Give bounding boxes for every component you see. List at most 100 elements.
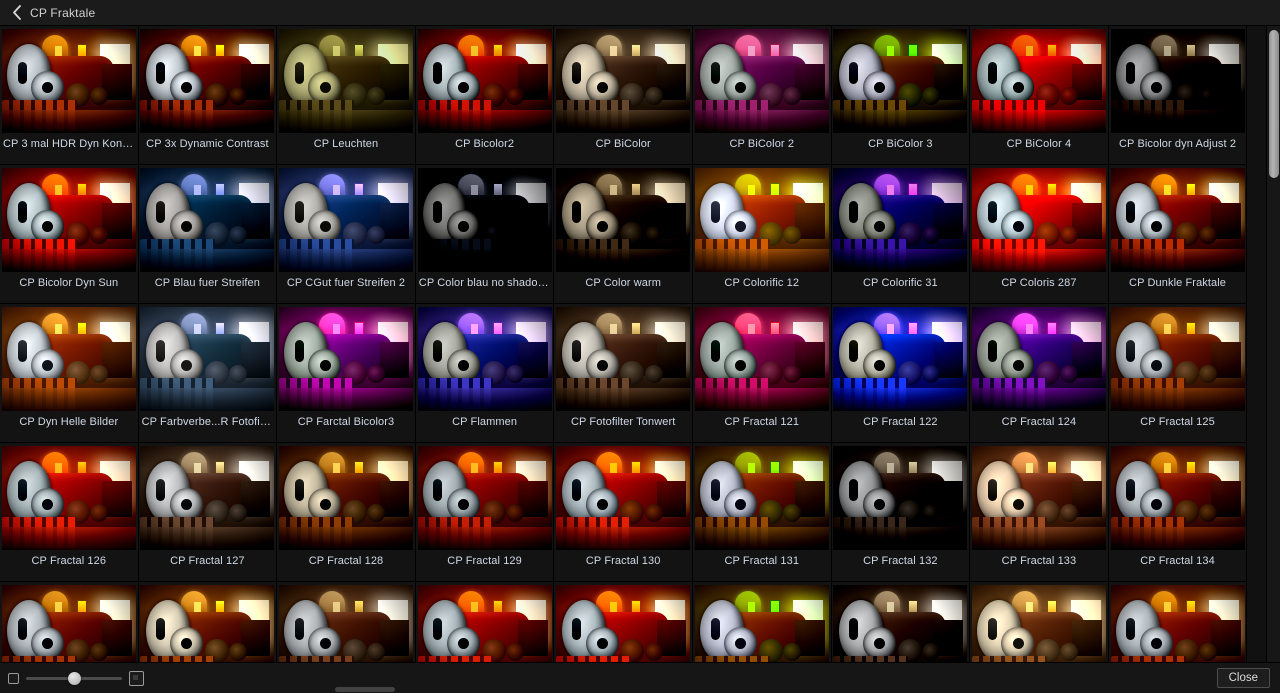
preset-thumbnail[interactable] xyxy=(1,168,136,272)
preset-thumbnail[interactable] xyxy=(971,29,1106,133)
slider-knob[interactable] xyxy=(68,672,82,685)
preset-thumbnail[interactable] xyxy=(140,168,275,272)
scene-driving-wheel xyxy=(1001,209,1035,243)
preset-cell[interactable]: CP 3x Dynamic Contrast xyxy=(138,26,278,165)
preset-cell[interactable]: CP Fractal 129 xyxy=(415,443,555,582)
preset-cell[interactable]: CP Colorific 12 xyxy=(692,165,832,304)
preset-thumbnail[interactable] xyxy=(1110,585,1245,662)
preset-cell[interactable]: CP Flammen xyxy=(415,304,555,443)
preset-thumbnail[interactable] xyxy=(140,307,275,411)
preset-cell[interactable]: CP Dunkle Fraktale xyxy=(1108,165,1248,304)
preset-thumbnail[interactable] xyxy=(278,307,413,411)
preset-thumbnail[interactable] xyxy=(1110,307,1245,411)
preset-thumbnail[interactable] xyxy=(140,29,275,133)
preset-cell[interactable]: CP Color blau no shadows xyxy=(415,165,555,304)
preset-thumbnail[interactable] xyxy=(417,585,552,662)
preset-thumbnail[interactable] xyxy=(833,29,968,133)
preset-thumbnail[interactable] xyxy=(1,585,136,662)
preset-thumbnail[interactable] xyxy=(694,307,829,411)
preset-thumbnail[interactable] xyxy=(1,29,136,133)
preset-thumbnail[interactable] xyxy=(417,168,552,272)
preset-cell[interactable]: CP Bicolor2 xyxy=(415,26,555,165)
preset-thumbnail[interactable] xyxy=(833,585,968,662)
preset-cell[interactable]: CP Fractal 133 xyxy=(970,443,1109,582)
preset-thumbnail[interactable] xyxy=(971,446,1106,550)
preset-thumbnail[interactable] xyxy=(1110,29,1245,133)
preset-thumbnail[interactable] xyxy=(694,446,829,550)
preset-cell[interactable]: CP Bicolor Dyn Sun xyxy=(0,165,139,304)
preset-thumbnail[interactable] xyxy=(694,168,829,272)
preset-thumbnail[interactable] xyxy=(417,307,552,411)
preset-thumbnail[interactable] xyxy=(556,446,691,550)
preset-thumbnail[interactable] xyxy=(833,168,968,272)
preset-thumbnail[interactable] xyxy=(1110,168,1245,272)
preset-thumbnail[interactable] xyxy=(140,585,275,662)
preset-cell[interactable]: CP Dyn Helle Bilder xyxy=(0,304,139,443)
close-button[interactable]: Close xyxy=(1216,668,1270,688)
preset-cell[interactable]: CP Farctal Bicolor3 xyxy=(277,304,416,443)
preset-thumbnail[interactable] xyxy=(556,168,691,272)
preset-cell[interactable] xyxy=(0,582,139,662)
preset-thumbnail[interactable] xyxy=(971,585,1106,662)
preset-cell[interactable] xyxy=(831,582,971,662)
preset-thumbnail[interactable] xyxy=(556,585,691,662)
preset-cell[interactable]: CP 3 mal HDR Dyn Kontrast xyxy=(0,26,139,165)
preset-thumbnail[interactable] xyxy=(556,29,691,133)
back-button[interactable] xyxy=(8,3,26,23)
vertical-scrollbar-thumb[interactable] xyxy=(1269,30,1279,178)
preset-cell[interactable]: CP BiColor 4 xyxy=(970,26,1109,165)
preset-cell[interactable]: CP BiColor 2 xyxy=(692,26,832,165)
preset-thumbnail[interactable] xyxy=(278,168,413,272)
preset-cell[interactable] xyxy=(138,582,278,662)
preset-cell[interactable]: CP Coloris 287 xyxy=(970,165,1109,304)
preset-thumbnail[interactable] xyxy=(694,585,829,662)
large-thumbnail-icon[interactable] xyxy=(129,670,144,686)
preset-cell[interactable] xyxy=(970,582,1109,662)
preset-thumbnail[interactable] xyxy=(417,29,552,133)
preset-thumbnail[interactable] xyxy=(971,168,1106,272)
preset-cell[interactable]: CP BiColor xyxy=(554,26,693,165)
preset-thumbnail[interactable] xyxy=(1110,446,1245,550)
preset-thumbnail[interactable] xyxy=(833,446,968,550)
preset-cell[interactable]: CP Fractal 125 xyxy=(1108,304,1248,443)
preset-cell[interactable]: CP Fractal 122 xyxy=(831,304,971,443)
preset-cell[interactable]: CP Fractal 132 xyxy=(831,443,971,582)
vertical-scrollbar[interactable] xyxy=(1266,26,1280,662)
preset-cell[interactable] xyxy=(692,582,832,662)
preset-cell[interactable]: CP Fractal 131 xyxy=(692,443,832,582)
preset-cell[interactable]: CP Fractal 124 xyxy=(970,304,1109,443)
preset-cell[interactable]: CP Farbverbe...R Fotofilter xyxy=(138,304,278,443)
preset-cell[interactable] xyxy=(554,582,693,662)
preset-thumbnail[interactable] xyxy=(833,307,968,411)
preset-thumbnail[interactable] xyxy=(417,446,552,550)
preset-cell[interactable]: CP Fractal 128 xyxy=(277,443,416,582)
preset-cell[interactable] xyxy=(415,582,555,662)
preset-cell[interactable]: CP Leuchten xyxy=(277,26,416,165)
preset-cell[interactable]: CP BiColor 3 xyxy=(831,26,971,165)
preset-thumbnail[interactable] xyxy=(278,29,413,133)
preset-cell[interactable]: CP Fractal 121 xyxy=(692,304,832,443)
preset-thumbnail[interactable] xyxy=(971,307,1106,411)
preset-cell[interactable]: CP Color warm xyxy=(554,165,693,304)
preset-cell[interactable]: CP Fractal 127 xyxy=(138,443,278,582)
preset-cell[interactable]: CP Fractal 134 xyxy=(1108,443,1248,582)
small-thumbnail-icon[interactable] xyxy=(8,672,19,684)
preset-thumbnail[interactable] xyxy=(140,446,275,550)
preset-thumbnail[interactable] xyxy=(278,446,413,550)
preset-cell[interactable]: CP Bicolor dyn Adjust 2 xyxy=(1108,26,1248,165)
preset-cell[interactable] xyxy=(277,582,416,662)
horizontal-scrollbar-thumb[interactable] xyxy=(335,687,395,692)
preset-cell[interactable]: CP Fotofilter Tonwert xyxy=(554,304,693,443)
preset-cell[interactable]: CP CGut fuer Streifen 2 xyxy=(277,165,416,304)
preset-cell[interactable]: CP Colorific 31 xyxy=(831,165,971,304)
preset-cell[interactable]: CP Fractal 126 xyxy=(0,443,139,582)
preset-thumbnail[interactable] xyxy=(278,585,413,662)
preset-thumbnail[interactable] xyxy=(1,446,136,550)
preset-thumbnail[interactable] xyxy=(1,307,136,411)
preset-thumbnail[interactable] xyxy=(556,307,691,411)
preset-thumbnail[interactable] xyxy=(694,29,829,133)
thumbnail-size-slider[interactable] xyxy=(26,671,122,685)
preset-cell[interactable] xyxy=(1108,582,1248,662)
preset-cell[interactable]: CP Fractal 130 xyxy=(554,443,693,582)
preset-cell[interactable]: CP Blau fuer Streifen xyxy=(138,165,278,304)
